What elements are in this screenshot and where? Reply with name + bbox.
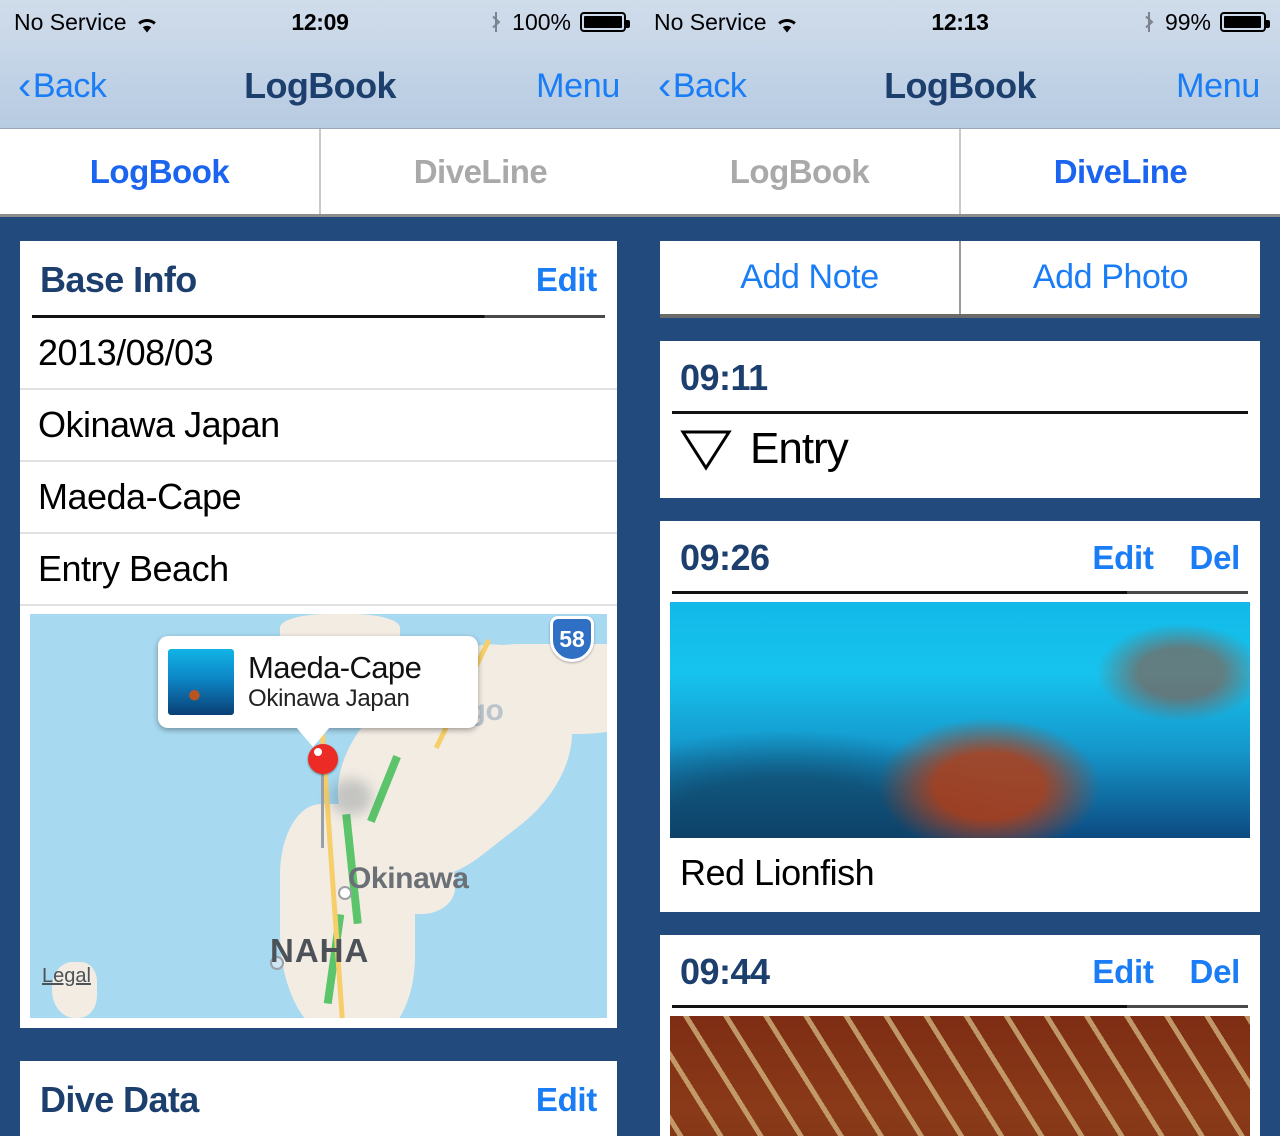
dive-data-edit-button[interactable]: Edit	[536, 1081, 597, 1119]
map-label-naha: NAHA	[270, 932, 370, 969]
map-pin-icon[interactable]	[308, 744, 338, 774]
phone-pane-left: No Service 12:09 100% ‹ Back LogBook Men…	[0, 0, 640, 1136]
battery-percent-label: 99%	[1164, 8, 1211, 35]
entry-time: 09:11	[680, 357, 768, 398]
navigation-bar: ‹ Back LogBook Menu	[640, 44, 1280, 129]
entry-edit-button[interactable]: Edit	[1092, 953, 1153, 991]
dive-data-title: Dive Data	[40, 1079, 199, 1120]
entry-divider	[672, 1005, 1248, 1008]
entry-photo-image[interactable]	[670, 602, 1250, 838]
diveline-toolbar: Add Note Add Photo	[660, 241, 1260, 318]
bluetooth-icon	[1142, 11, 1156, 33]
add-photo-button[interactable]: Add Photo	[959, 241, 1260, 314]
status-bar-right: 100%	[489, 8, 630, 36]
tab-diveline[interactable]: DiveLine	[319, 129, 640, 214]
entry-label: Entry	[750, 424, 849, 473]
phone-pane-right: No Service 12:13 99% ‹ Back LogBook Menu	[640, 0, 1280, 1136]
base-info-row-date[interactable]: 2013/08/03	[20, 318, 617, 390]
battery-percent-label: 100%	[512, 8, 571, 35]
dive-data-header: Dive Data Edit	[20, 1061, 617, 1135]
base-info-title: Base Info	[40, 259, 197, 300]
entry-actions: Edit Del	[1092, 953, 1240, 991]
dual-phone-screenshot: No Service 12:09 100% ‹ Back LogBook Men…	[0, 0, 1280, 1136]
entry-divider	[672, 591, 1248, 594]
entry-edit-button[interactable]: Edit	[1092, 539, 1153, 577]
route-shield-icon: 58	[550, 616, 594, 662]
content-area-left: Base Info Edit 2013/08/03 Okinawa Japan …	[0, 217, 640, 1136]
base-info-header: Base Info Edit	[20, 241, 617, 315]
base-info-edit-button[interactable]: Edit	[536, 261, 597, 299]
map-pin-stick	[321, 772, 324, 848]
base-info-row-entry-type[interactable]: Entry Beach	[20, 534, 617, 606]
diveline-entry-photo-2: 09:44 Edit Del	[660, 935, 1260, 1136]
tab-logbook[interactable]: LogBook	[0, 129, 319, 214]
entry-time: 09:26	[680, 537, 770, 578]
battery-icon	[1220, 12, 1270, 32]
diveline-entry-event: 09:11 Entry	[660, 341, 1260, 498]
menu-button[interactable]: Menu	[1176, 67, 1260, 106]
segmented-tabs: LogBook DiveLine	[640, 129, 1280, 217]
add-note-button[interactable]: Add Note	[660, 241, 959, 314]
entry-del-button[interactable]: Del	[1190, 539, 1241, 577]
status-bar: No Service 12:09 100%	[0, 0, 640, 44]
battery-icon	[580, 12, 630, 32]
base-info-row-site[interactable]: Maeda-Cape	[20, 462, 617, 534]
entry-del-button[interactable]: Del	[1190, 953, 1241, 991]
entry-header: 09:11	[660, 341, 1260, 411]
map-legal-link[interactable]: Legal	[42, 965, 91, 988]
entry-photo-caption: Red Lionfish	[680, 852, 875, 893]
map-label-okinawa: Okinawa	[348, 862, 469, 895]
callout-thumbnail-image	[168, 649, 234, 715]
entry-body: Entry	[660, 414, 1260, 498]
triangle-down-icon	[680, 427, 732, 471]
entry-photo-image[interactable]	[670, 1016, 1250, 1136]
callout-subtitle: Okinawa Japan	[248, 684, 410, 712]
navigation-bar: ‹ Back LogBook Menu	[0, 44, 640, 129]
entry-header: 09:44 Edit Del	[660, 935, 1260, 1005]
content-area-right: Add Note Add Photo 09:11 Entry 09:26 Edi…	[640, 217, 1280, 1136]
segmented-tabs: LogBook DiveLine	[0, 129, 640, 217]
dive-data-card: Dive Data Edit	[20, 1061, 617, 1136]
callout-title: Maeda-Cape	[248, 650, 422, 686]
tab-logbook[interactable]: LogBook	[640, 129, 959, 214]
tab-diveline[interactable]: DiveLine	[959, 129, 1280, 214]
dive-site-map[interactable]: Nago Okinawa NAHA 58 Maeda-Cape Okinawa …	[30, 614, 607, 1018]
entry-actions: Edit Del	[1092, 539, 1240, 577]
map-callout[interactable]: Maeda-Cape Okinawa Japan	[158, 636, 478, 747]
status-bar: No Service 12:13 99%	[640, 0, 1280, 44]
bluetooth-icon	[489, 11, 503, 33]
status-bar-right: 99%	[1142, 8, 1270, 36]
base-info-row-region[interactable]: Okinawa Japan	[20, 390, 617, 462]
map-pin-shadow	[330, 779, 372, 815]
callout-text-block: Maeda-Cape Okinawa Japan	[234, 650, 422, 713]
entry-time: 09:44	[680, 951, 770, 992]
entry-header: 09:26 Edit Del	[660, 521, 1260, 591]
diveline-entry-photo-1: 09:26 Edit Del Red Lionfish	[660, 521, 1260, 912]
menu-button[interactable]: Menu	[536, 67, 620, 106]
base-info-card: Base Info Edit 2013/08/03 Okinawa Japan …	[20, 241, 617, 1028]
